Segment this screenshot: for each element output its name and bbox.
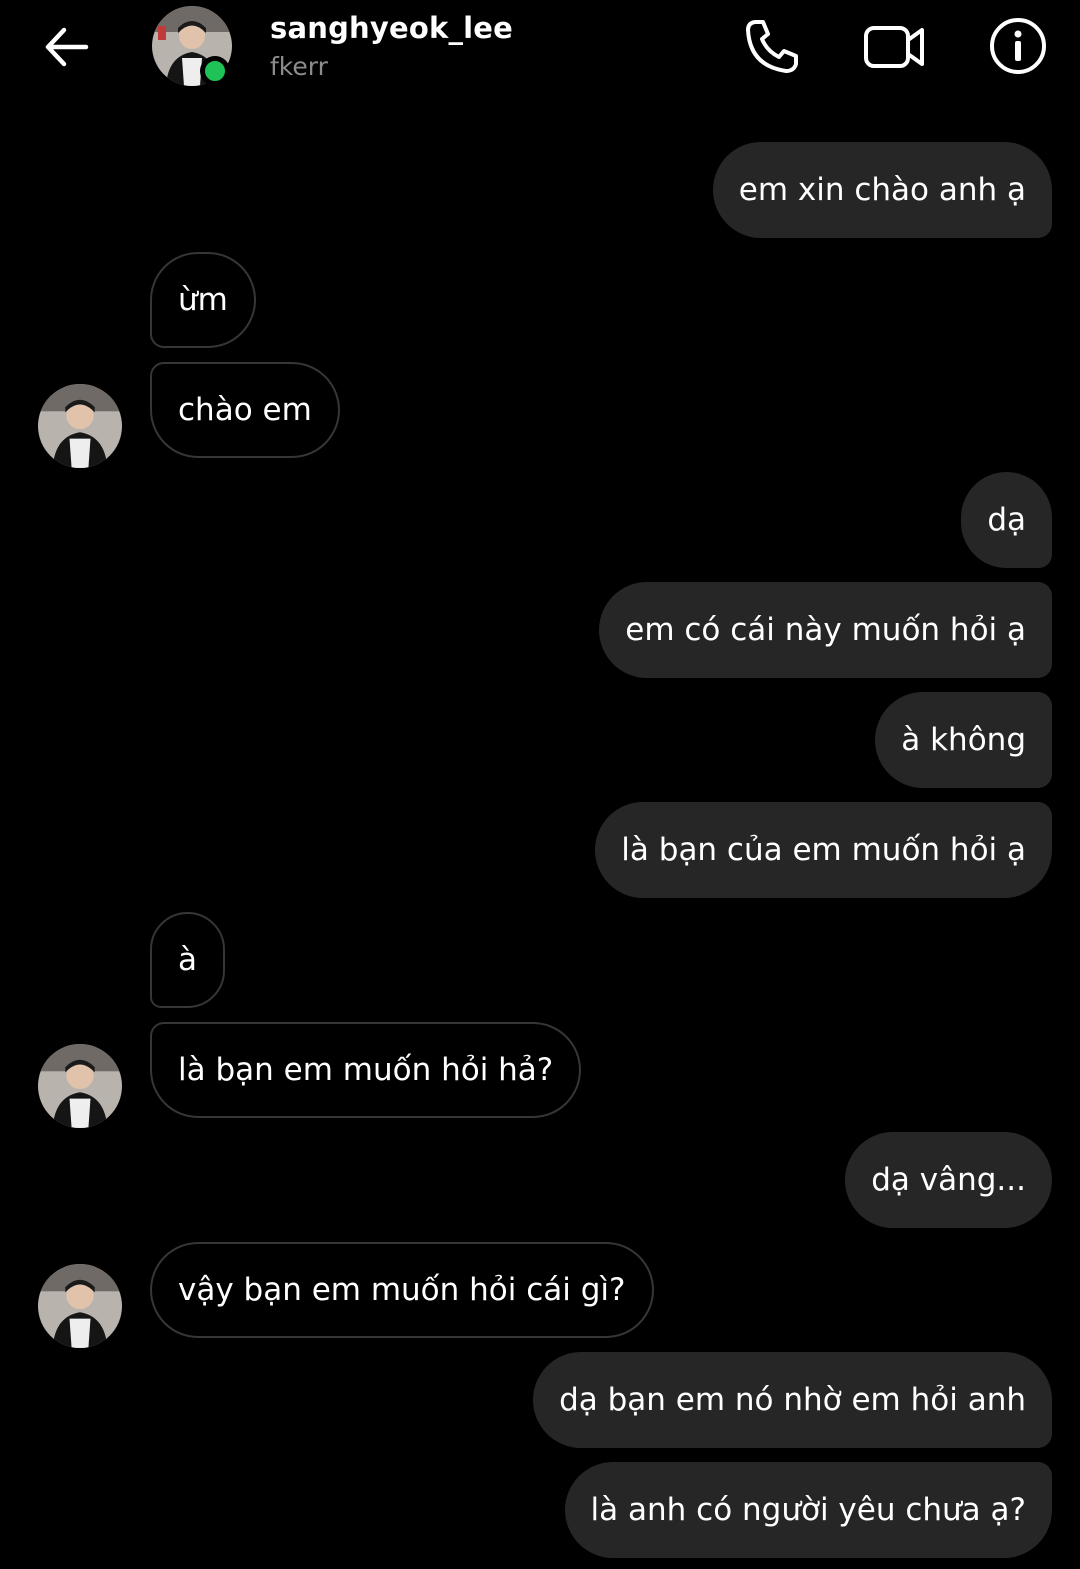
message-incoming[interactable]: chào em <box>150 362 340 458</box>
subtitle: fkerr <box>270 52 328 81</box>
sender-avatar[interactable] <box>38 1044 122 1128</box>
username: sanghyeok_lee <box>270 11 514 45</box>
message-outgoing[interactable]: em có cái này muốn hỏi ạ <box>599 582 1052 678</box>
message-incoming[interactable]: là bạn em muốn hỏi hả? <box>150 1022 582 1118</box>
title-block[interactable]: sanghyeok_lee fkerr <box>270 8 513 86</box>
message-outgoing[interactable]: em xin chào anh ạ <box>712 142 1052 238</box>
video-call-icon[interactable] <box>862 14 926 78</box>
back-arrow-icon[interactable] <box>40 20 94 74</box>
message-outgoing[interactable]: là bạn của em muốn hỏi ạ <box>595 802 1052 898</box>
message-incoming[interactable]: à <box>150 912 225 1008</box>
message-outgoing[interactable]: là anh có người yêu chưa ạ? <box>564 1462 1052 1558</box>
message-outgoing[interactable]: dạ bạn em nó nhờ em hỏi anh <box>533 1352 1052 1448</box>
message-outgoing[interactable]: dạ vâng... <box>845 1132 1052 1228</box>
info-icon[interactable] <box>986 14 1050 78</box>
online-status-dot <box>200 56 230 86</box>
phone-call-icon[interactable] <box>740 14 804 78</box>
message-incoming[interactable]: ừm <box>150 252 256 348</box>
message-outgoing[interactable]: dạ <box>961 472 1052 568</box>
chat-header: sanghyeok_lee fkerr <box>0 0 1080 100</box>
message-outgoing[interactable]: à không <box>875 692 1052 788</box>
message-incoming[interactable]: vậy bạn em muốn hỏi cái gì? <box>150 1242 654 1338</box>
sender-avatar[interactable] <box>38 1264 122 1348</box>
sender-avatar[interactable] <box>38 384 122 468</box>
